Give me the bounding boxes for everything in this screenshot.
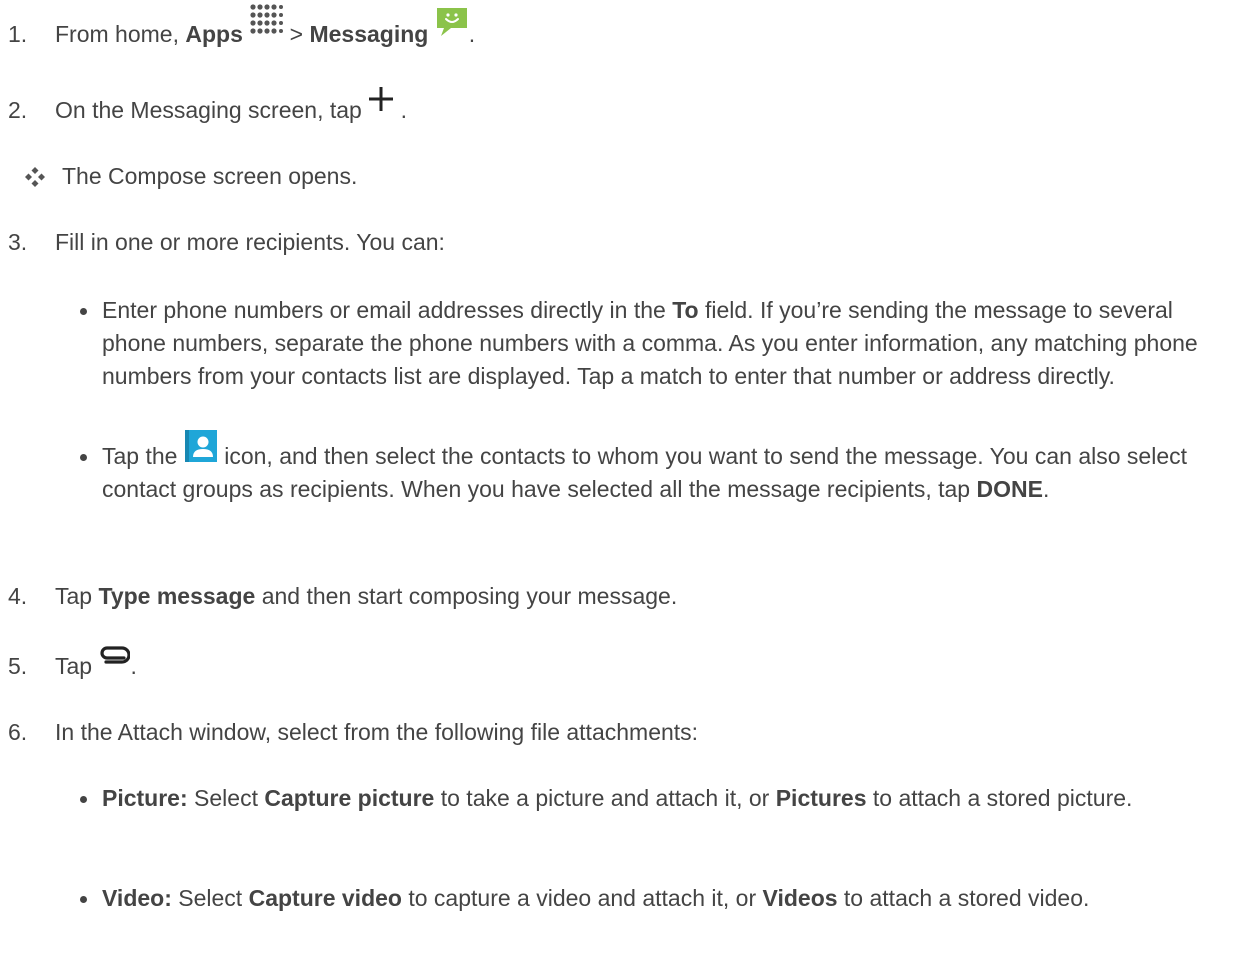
step-4: 4. Tap Type message and then start compo… [0,580,1250,616]
step-number: 2. [8,97,28,123]
list-item: Picture: Select Capture picture to take … [80,782,1242,815]
step-number: 6. [8,719,28,745]
step-text: On the Messaging screen, tap . [55,87,407,127]
list-item: Enter phone numbers or email addresses d… [80,294,1242,393]
apps-grid-icon [249,3,284,46]
messaging-label: Messaging [309,21,429,47]
step-6: 6. In the Attach window, select from the… [0,716,1250,752]
step-2: 2. On the Messaging screen, tap . [0,87,1250,130]
step-number: 1. [8,21,28,47]
list-item: Tap the icon, and then select the contac… [80,430,1242,506]
result-diamond-icon [24,164,46,197]
result-text: The Compose screen opens. [62,163,358,189]
step-3: 3. Fill in one or more recipients. You c… [0,226,1250,262]
bullet-dot [80,796,87,803]
step-number: 4. [8,583,28,609]
step-text: Fill in one or more recipients. You can: [55,229,445,255]
list-item: Video: Select Capture video to capture a… [80,882,1242,915]
step-result: The Compose screen opens. [0,160,1250,196]
paperclip-icon [98,642,132,675]
step-number: 3. [8,229,28,255]
step-text: In the Attach window, select from the fo… [55,719,699,745]
step-5: 5. Tap . [0,646,1250,686]
plus-icon [368,86,394,121]
bullet-dot [80,308,87,315]
step-number: 5. [8,653,28,679]
contacts-icon [184,429,218,472]
step-text: Tap Type message and then start composin… [55,583,678,609]
bullet-dot [80,896,87,903]
messaging-icon [435,6,469,47]
step-1: 1. From home, Apps > Messaging . [0,4,1250,54]
bullet-dot [80,454,87,461]
step-text: From home, Apps > Messaging . [55,4,475,51]
apps-label: Apps [185,21,243,47]
step-text: Tap . [55,646,137,683]
